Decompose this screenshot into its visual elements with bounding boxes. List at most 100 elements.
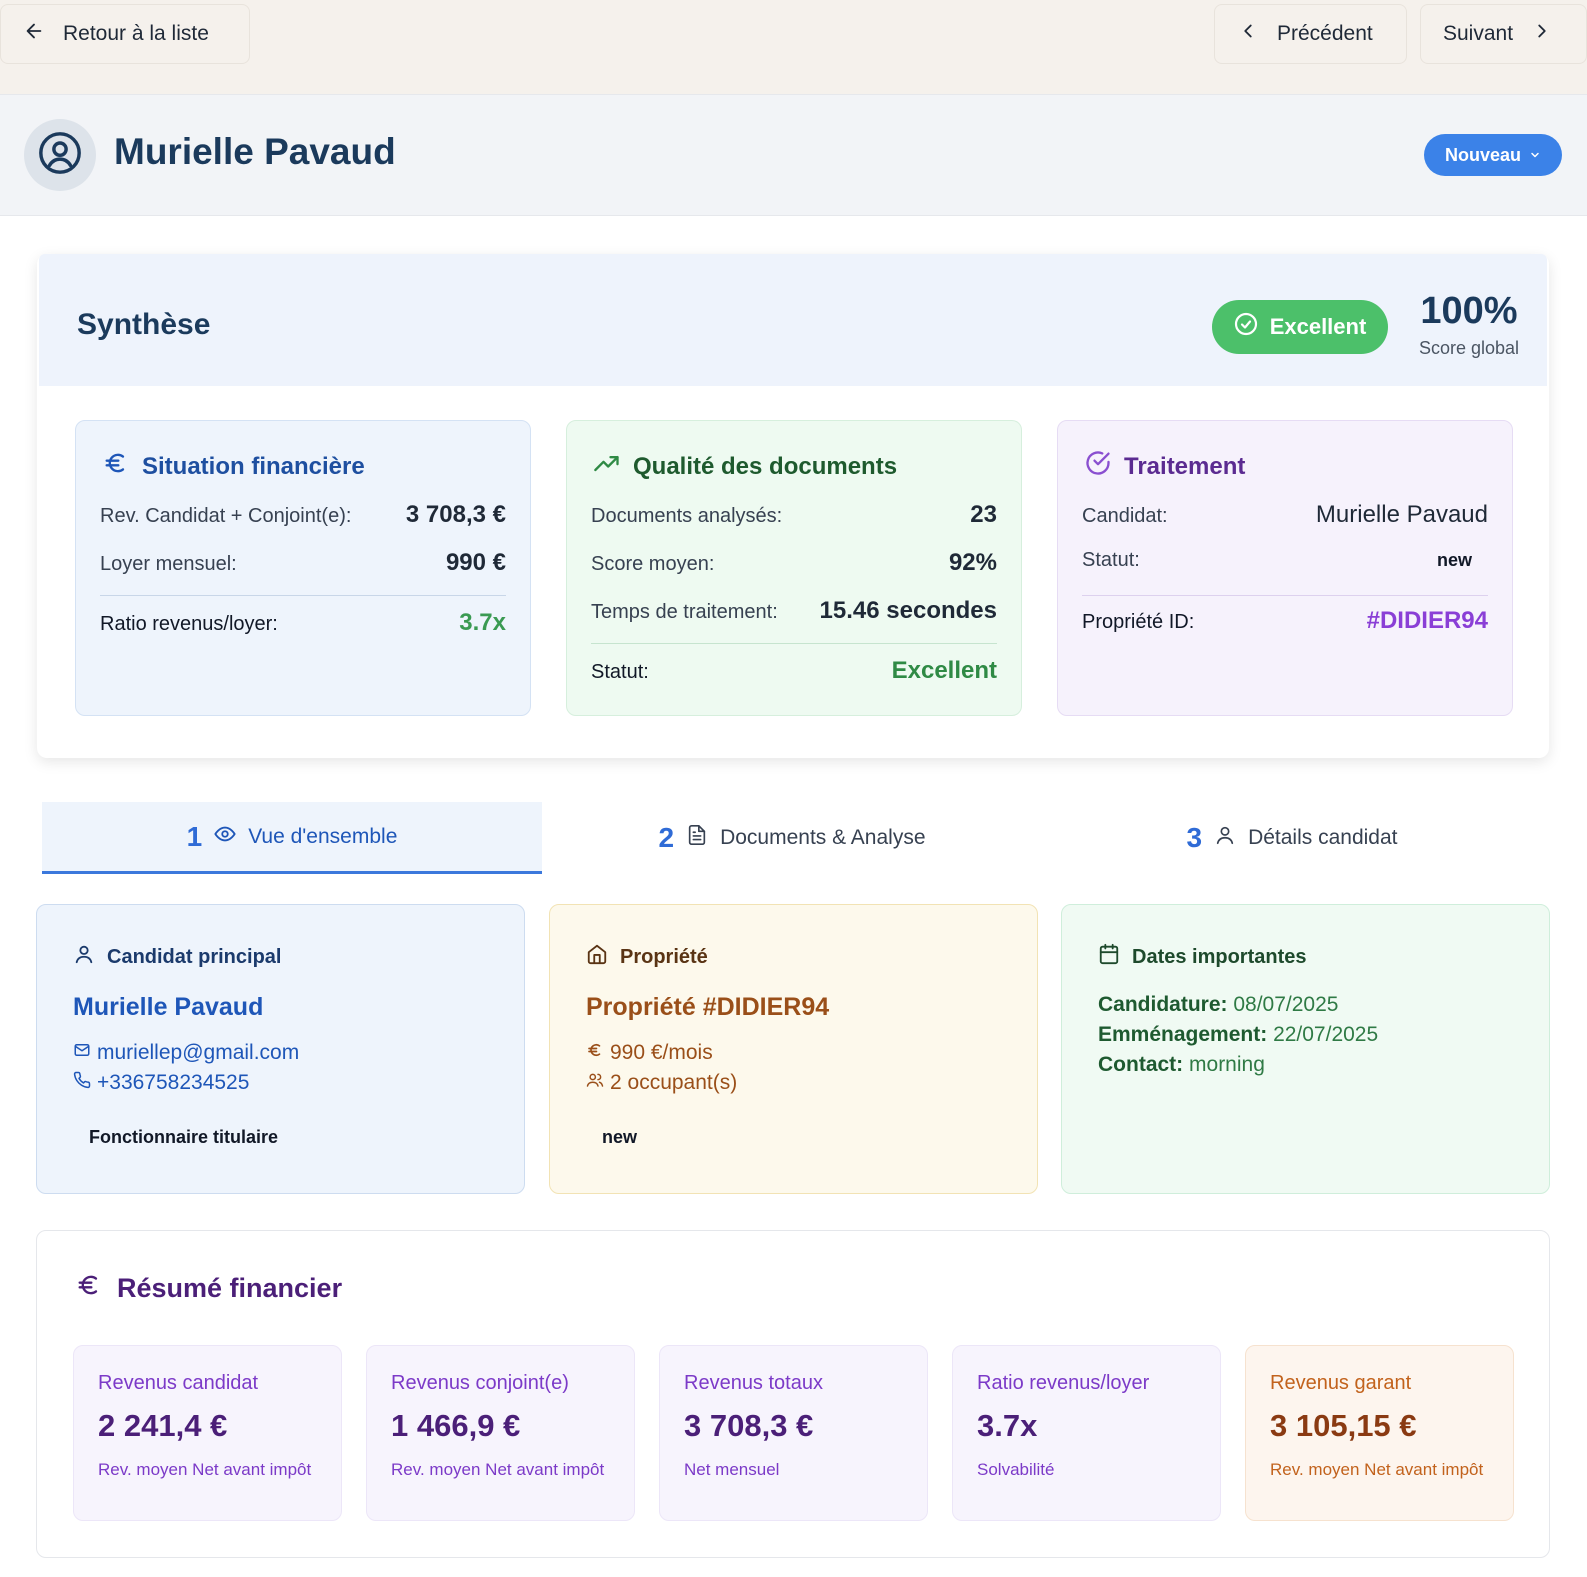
property-occupants: 2 occupant(s) — [586, 1071, 737, 1095]
stat-label: Revenus totaux — [684, 1372, 823, 1394]
users-icon — [586, 1071, 604, 1095]
processing-status-row: Statut: new — [1082, 549, 1488, 572]
total-income-box: Revenus totaux 3 708,3 € Net mensuel — [659, 1345, 928, 1521]
ratio-value: 3.7x — [459, 609, 506, 636]
processing-title: Traitement — [1084, 449, 1245, 484]
property-id-row: Propriété ID: #DIDIER94 — [1082, 607, 1488, 635]
property-rent: 990 €/mois — [586, 1041, 713, 1065]
stat-value: 1 466,9 € — [391, 1408, 521, 1443]
previous-label: Précédent — [1277, 22, 1373, 45]
tab-candidate-details[interactable]: 3 Détails candidat — [1042, 802, 1542, 874]
candidate-email-text: muriellep@gmail.com — [97, 1041, 300, 1064]
trending-up-icon — [593, 449, 621, 484]
candidate-header: Murielle Pavaud Nouveau — [0, 94, 1587, 216]
property-title-text: Propriété — [620, 945, 708, 968]
doc-status-label: Statut: — [591, 661, 649, 683]
eye-icon — [214, 823, 236, 851]
move-in-date-value: 22/07/2025 — [1273, 1023, 1379, 1046]
stat-label: Revenus conjoint(e) — [391, 1372, 569, 1394]
analyzed-docs-row: Documents analysés: 23 — [591, 501, 997, 529]
arrow-left-icon — [23, 20, 45, 48]
application-date: Candidature: 08/07/2025 — [1098, 993, 1338, 1017]
synthese-card: Synthèse Excellent 100% Score global Sit… — [37, 254, 1549, 758]
financial-summary-title-text: Résumé financier — [117, 1273, 343, 1303]
candidate-name: Murielle Pavaud — [73, 993, 264, 1021]
excellent-badge-label: Excellent — [1269, 314, 1367, 339]
doc-status-value: Excellent — [891, 657, 997, 684]
property-id-label: Propriété ID: — [1082, 611, 1195, 633]
phone-icon — [73, 1071, 91, 1095]
stat-sub: Rev. moyen Net avant impôt — [1270, 1460, 1484, 1479]
synthese-title: Synthèse — [77, 308, 211, 341]
processing-title-text: Traitement — [1124, 452, 1246, 480]
chevron-down-icon — [1529, 145, 1541, 166]
stat-sub: Solvabilité — [977, 1460, 1055, 1479]
property-occupants-text: 2 occupant(s) — [610, 1071, 738, 1094]
analyzed-docs-value: 23 — [970, 501, 997, 528]
property-card: Propriété Propriété #DIDIER94 990 €/mois… — [549, 904, 1038, 1194]
tab-documents-analysis[interactable]: 2 Documents & Analyse — [542, 802, 1042, 874]
candidate-row: Candidat: Murielle Pavaud — [1082, 501, 1488, 529]
move-in-date-label: Emménagement: — [1098, 1023, 1268, 1046]
mail-icon — [73, 1041, 91, 1065]
main-candidate-title: Candidat principal — [73, 943, 281, 971]
calendar-icon — [1098, 943, 1120, 971]
processing-card: Traitement Candidat: Murielle Pavaud Sta… — [1057, 420, 1513, 716]
property-name: Propriété #DIDIER94 — [586, 993, 830, 1021]
financial-summary-title: Résumé financier — [75, 1271, 342, 1306]
tab-overview[interactable]: 1 Vue d'ensemble — [42, 802, 542, 874]
income-rent-ratio-box: Ratio revenus/loyer 3.7x Solvabilité — [952, 1345, 1221, 1521]
euro-icon — [75, 1271, 103, 1306]
stat-value: 3.7x — [977, 1408, 1038, 1443]
page-title: Murielle Pavaud — [114, 131, 396, 172]
income-label: Rev. Candidat + Conjoint(e): — [100, 505, 352, 527]
check-circle-icon — [1234, 312, 1258, 342]
processing-status-label: Statut: — [1082, 549, 1140, 571]
user-icon — [1214, 824, 1236, 852]
contact-preference: Contact: morning — [1098, 1053, 1265, 1077]
divider — [591, 643, 997, 644]
divider — [1082, 595, 1488, 596]
financial-situation-title-text: Situation financière — [142, 452, 365, 480]
check-circle-icon — [1084, 449, 1112, 484]
stat-sub: Net mensuel — [684, 1460, 780, 1479]
contact-preference-label: Contact: — [1098, 1053, 1184, 1076]
file-icon — [686, 824, 708, 852]
divider — [100, 595, 506, 596]
status-dropdown[interactable]: Nouveau — [1424, 134, 1562, 176]
partner-income-box: Revenus conjoint(e) 1 466,9 € Rev. moyen… — [366, 1345, 635, 1521]
financial-situation-card: Situation financière Rev. Candidat + Con… — [75, 420, 531, 716]
employment-tag: Fonctionnaire titulaire — [89, 1127, 279, 1147]
candidate-value: Murielle Pavaud — [1315, 501, 1488, 528]
analyzed-docs-label: Documents analysés: — [591, 505, 783, 527]
property-title: Propriété — [586, 943, 708, 971]
candidate-income-box: Revenus candidat 2 241,4 € Rev. moyen Ne… — [73, 1345, 342, 1521]
tab-number: 3 — [1186, 822, 1203, 853]
average-score-row: Score moyen: 92% — [591, 549, 997, 577]
important-dates-card: Dates importantes Candidature: 08/07/202… — [1061, 904, 1550, 1194]
candidate-label: Candidat: — [1082, 505, 1168, 527]
synthese-header: Synthèse Excellent 100% Score global — [39, 254, 1547, 386]
tab-label: Vue d'ensemble — [248, 824, 398, 848]
processing-time-label: Temps de traitement: — [591, 601, 778, 623]
avatar — [24, 119, 96, 191]
back-to-list-button[interactable]: Retour à la liste — [0, 4, 250, 64]
stat-sub: Rev. moyen Net avant impôt — [391, 1460, 605, 1479]
candidate-email[interactable]: muriellep@gmail.com — [73, 1041, 299, 1065]
income-row: Rev. Candidat + Conjoint(e): 3 708,3 € — [100, 501, 506, 529]
top-nav-bar: Retour à la liste Précédent Suivant — [0, 0, 1587, 94]
contact-preference-value: morning — [1189, 1053, 1265, 1076]
next-button[interactable]: Suivant — [1420, 4, 1587, 64]
euro-icon — [586, 1041, 604, 1065]
ratio-label: Ratio revenus/loyer: — [100, 613, 278, 635]
candidate-phone[interactable]: +336758234525 — [73, 1071, 249, 1095]
tab-number: 1 — [186, 820, 203, 852]
important-dates-title: Dates importantes — [1098, 943, 1307, 971]
rent-row: Loyer mensuel: 990 € — [100, 549, 506, 577]
next-label: Suivant — [1443, 22, 1514, 45]
document-quality-card: Qualité des documents Documents analysés… — [566, 420, 1022, 716]
application-date-value: 08/07/2025 — [1233, 993, 1339, 1016]
previous-button[interactable]: Précédent — [1214, 4, 1407, 64]
financial-situation-title: Situation financière — [102, 449, 365, 484]
tab-label: Documents & Analyse — [720, 826, 926, 849]
